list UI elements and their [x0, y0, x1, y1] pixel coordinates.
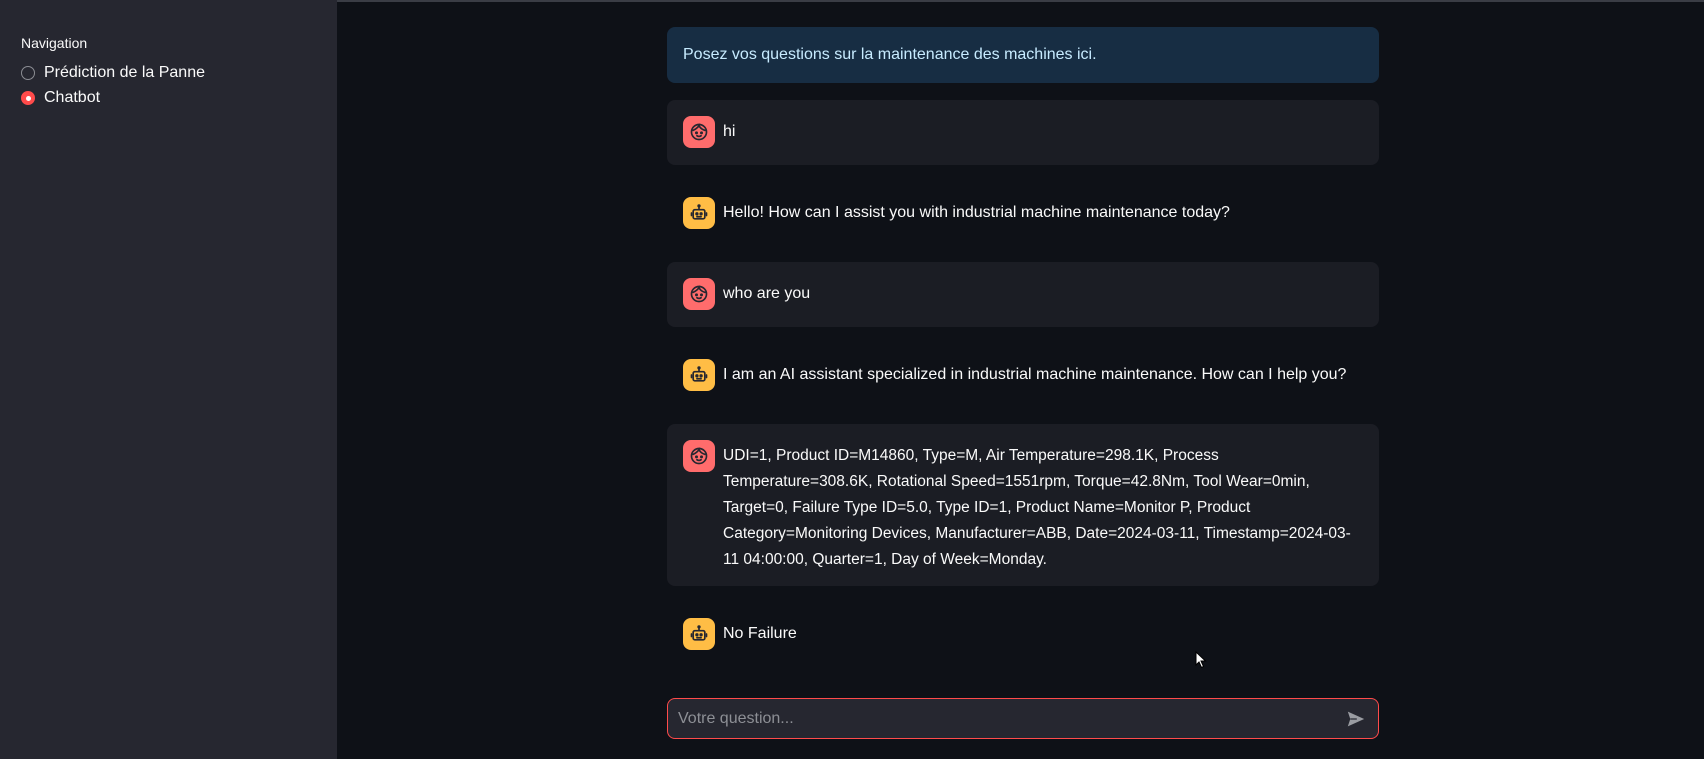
navigation-title: Navigation — [21, 35, 88, 51]
chat-message-user: hi — [667, 100, 1379, 165]
sidebar: Navigation Prédiction de la Panne Chatbo… — [0, 0, 337, 759]
chat-message-assistant: No Failure — [667, 602, 1379, 666]
nav-option-label: Prédiction de la Panne — [44, 64, 205, 81]
user-face-icon — [683, 440, 715, 472]
info-banner: Posez vos questions sur la maintenance d… — [667, 27, 1379, 83]
nav-option-label: Chatbot — [44, 89, 101, 106]
radio-selected-icon[interactable] — [21, 91, 35, 105]
message-text: who are you — [723, 285, 811, 302]
chat-message-assistant: I am an AI assistant specialized in indu… — [667, 343, 1379, 407]
user-face-icon — [683, 278, 715, 310]
nav-option-chatbot[interactable]: Chatbot — [21, 89, 100, 107]
user-face-icon — [683, 116, 715, 148]
chat-message-assistant: Hello! How can I assist you with industr… — [667, 181, 1379, 245]
mouse-cursor-icon — [1195, 651, 1207, 669]
radio-icon[interactable] — [21, 66, 35, 80]
message-text: No Failure — [723, 625, 797, 642]
chat-message-user: who are you — [667, 262, 1379, 327]
robot-icon — [683, 618, 715, 650]
nav-option-prediction[interactable]: Prédiction de la Panne — [21, 64, 205, 82]
chat-input[interactable] — [676, 708, 1342, 729]
message-text: hi — [723, 123, 736, 140]
robot-icon — [683, 359, 715, 391]
message-text: Hello! How can I assist you with industr… — [723, 204, 1230, 221]
chat-input-container[interactable] — [667, 698, 1379, 739]
message-text: I am an AI assistant specialized in indu… — [723, 366, 1347, 383]
main-content: Posez vos questions sur la maintenance d… — [337, 0, 1704, 759]
chat-message-user: UDI=1, Product ID=M14860, Type=M, Air Te… — [667, 424, 1379, 586]
message-text: UDI=1, Product ID=M14860, Type=M, Air Te… — [723, 447, 1351, 568]
send-icon[interactable] — [1346, 710, 1366, 728]
send-button[interactable] — [1342, 705, 1370, 733]
robot-icon — [683, 197, 715, 229]
